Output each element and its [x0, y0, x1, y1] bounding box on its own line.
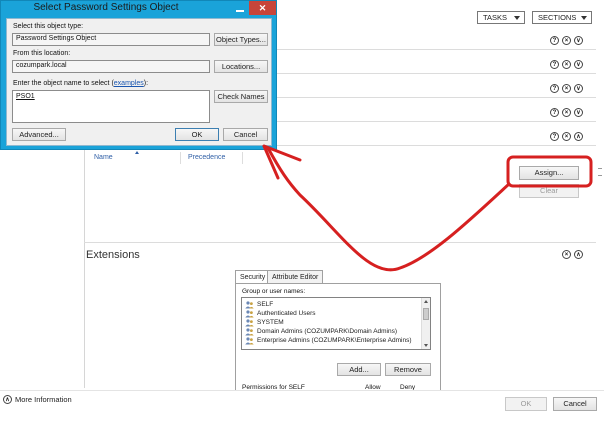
annotation-highlight-box [506, 155, 593, 188]
annotation-arrow [266, 146, 511, 272]
annotation-overlay [262, 144, 593, 272]
